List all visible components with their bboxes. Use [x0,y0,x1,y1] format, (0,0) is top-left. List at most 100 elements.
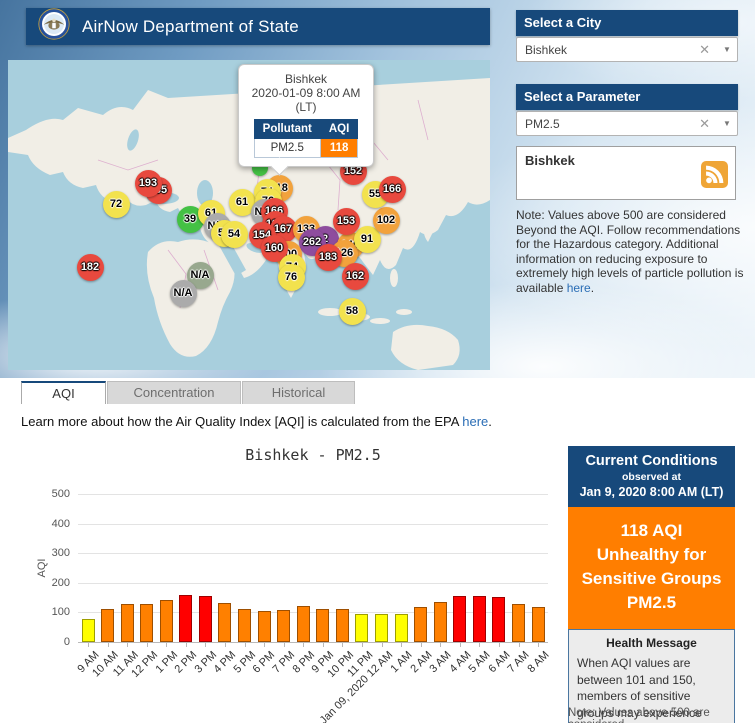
chevron-down-icon[interactable]: ▼ [717,45,737,54]
select-city-header: Select a City [516,10,738,36]
y-tick-label: 500 [30,488,70,500]
learn-more-link[interactable]: here [462,414,488,429]
chart-bar[interactable] [355,614,368,642]
chart-bar[interactable] [238,609,251,642]
x-tick [440,642,441,647]
x-tick [323,642,324,647]
parameter-dropdown[interactable]: PM2.5 ✕ ▼ [516,111,738,136]
chart-bar[interactable] [375,614,388,642]
x-tick [166,642,167,647]
aqi-status-box: 118 AQI Unhealthy for Sensitive Groups P… [568,507,735,629]
y-tick-label: 300 [30,547,70,559]
chart-bar[interactable] [434,602,447,642]
gridline [78,524,548,525]
tooltip-table: Pollutant AQI PM2.5 118 [254,119,359,158]
dept-of-state-seal-icon [38,8,70,45]
map-marker[interactable]: 166 [379,176,406,203]
x-tick [284,642,285,647]
tooltip-pollutant-value: PM2.5 [254,139,320,158]
sidebar-note: Note: Values above 500 are considered Be… [516,208,748,295]
chevron-down-icon[interactable]: ▼ [717,119,737,128]
map-marker[interactable]: 54 [221,221,248,248]
x-tick-label: 5 AM [467,649,493,675]
rss-icon[interactable] [701,161,728,193]
tab-bar: AQI Concentration Historical [21,381,356,404]
tooltip-city: Bishkek [245,72,367,86]
x-tick [225,642,226,647]
x-tick [362,642,363,647]
x-tick [108,642,109,647]
chart-bar[interactable] [532,607,545,642]
parameter-dropdown-value[interactable]: PM2.5 [517,117,692,131]
current-conditions-title: Current Conditions [572,453,731,469]
x-tick [303,642,304,647]
chart-bar[interactable] [140,604,153,642]
chart-bar[interactable] [473,596,486,642]
map-marker[interactable]: 182 [77,254,104,281]
x-tick [186,642,187,647]
tab-aqi[interactable]: AQI [21,381,106,404]
x-tick [401,642,402,647]
x-tick [245,642,246,647]
tab-historical[interactable]: Historical [242,381,355,404]
chart-bar[interactable] [414,607,427,642]
x-tick [479,642,480,647]
x-tick-label: 8 AM [525,649,551,675]
chart-bar[interactable] [395,614,408,642]
app-header: AirNow Department of State [26,8,490,45]
learn-more-line: Learn more about how the Air Quality Ind… [21,414,492,429]
chart-bar[interactable] [297,606,310,642]
map-marker[interactable]: 162 [342,263,369,290]
city-dropdown[interactable]: Bishkek ✕ ▼ [516,37,738,62]
tab-concentration[interactable]: Concentration [107,381,241,404]
city-dropdown-value[interactable]: Bishkek [517,43,692,57]
current-conditions-panel: Current Conditions observed at Jan 9, 20… [568,446,735,723]
feed-city-title: Bishkek [525,153,575,168]
clear-icon[interactable]: ✕ [692,42,717,58]
aqi-map[interactable]: 135193723961N/A595461182N/AN/A1187476N/A… [8,60,490,370]
chart-bar[interactable] [492,597,505,642]
x-tick [127,642,128,647]
aqi-pollutant-line: PM2.5 [572,591,731,615]
x-tick [264,642,265,647]
chart-bar[interactable] [199,596,212,642]
x-tick-label: 2 PM [173,649,200,676]
chart-bar[interactable] [316,609,329,642]
map-marker[interactable]: 153 [333,208,360,235]
y-tick-label: 100 [30,606,70,618]
sidebar-note-link[interactable]: here [567,281,591,295]
footer-note: Note: Values above 500 are considered [568,707,753,723]
aqi-category-line2: Sensitive Groups [572,567,731,591]
chart-bar[interactable] [453,596,466,642]
chart-bar[interactable] [101,609,114,642]
tooltip-aqi-value: 118 [320,139,357,158]
x-tick [88,642,89,647]
chart-bar[interactable] [218,603,231,642]
x-tick [460,642,461,647]
gridline [78,494,548,495]
map-marker[interactable]: 72 [103,191,130,218]
sidebar-note-text: Note: Values above 500 are considered Be… [516,208,743,295]
learn-more-period: . [488,414,492,429]
map-marker[interactable]: 76 [278,264,305,291]
city-feed-box: Bishkek [516,146,736,200]
chart-bar[interactable] [160,600,173,642]
map-marker[interactable]: 193 [135,170,162,197]
map-marker[interactable]: 183 [315,244,342,271]
chart-bar[interactable] [82,619,95,642]
map-marker[interactable]: 102 [373,207,400,234]
chart-bar[interactable] [277,610,290,642]
chart-bar[interactable] [258,611,271,642]
chart-bar[interactable] [512,604,525,642]
tooltip-aqi-header: AQI [320,120,357,139]
gridline [78,553,548,554]
clear-icon[interactable]: ✕ [692,116,717,132]
x-tick [382,642,383,647]
chart-bar[interactable] [179,595,192,642]
chart-bar[interactable] [336,609,349,642]
map-marker[interactable]: N/A [170,280,197,307]
observed-at-label: observed at [572,471,731,483]
learn-more-text: Learn more about how the Air Quality Ind… [21,414,462,429]
map-marker[interactable]: 58 [339,298,366,325]
chart-bar[interactable] [121,604,134,642]
